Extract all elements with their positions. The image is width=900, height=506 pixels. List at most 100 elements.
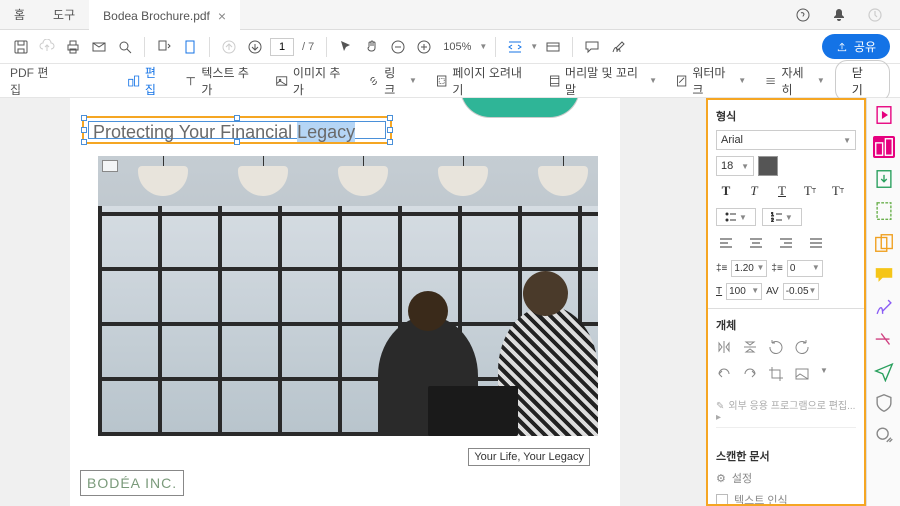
tab-home[interactable]: 홈 bbox=[0, 0, 39, 30]
tab-tools[interactable]: 도구 bbox=[39, 0, 89, 30]
cloud-upload-icon[interactable] bbox=[36, 36, 58, 58]
comment-icon[interactable] bbox=[581, 36, 603, 58]
pointer-icon[interactable] bbox=[335, 36, 357, 58]
bold-button[interactable]: T bbox=[716, 182, 736, 200]
text-selection-box[interactable]: Protecting Your Financial Legacy bbox=[82, 116, 392, 144]
ocr-checkbox[interactable] bbox=[716, 494, 728, 506]
tab-document-label: Bodea Brochure.pdf bbox=[103, 9, 210, 23]
fit-width-icon[interactable] bbox=[504, 36, 526, 58]
para-spacing-icon: ‡≡ bbox=[771, 263, 782, 274]
edit-button[interactable]: 편집 bbox=[119, 61, 174, 101]
close-tab-icon[interactable]: × bbox=[218, 8, 226, 24]
help-icon[interactable] bbox=[792, 4, 814, 26]
char-spacing-input[interactable]: -0.05▼ bbox=[783, 283, 819, 300]
fill-sign-icon[interactable] bbox=[873, 296, 895, 318]
line-height-input[interactable]: 1.20▼ bbox=[731, 260, 767, 277]
comment-rail-icon[interactable] bbox=[873, 264, 895, 286]
prev-page-icon[interactable] bbox=[218, 36, 240, 58]
crop-page-button[interactable]: 페이지 오려내기 bbox=[427, 61, 538, 101]
char-spacing-icon: AV bbox=[766, 286, 779, 297]
edit-pdf-icon[interactable] bbox=[873, 136, 895, 158]
italic-button[interactable]: T bbox=[744, 182, 764, 200]
replace-image-icon[interactable] bbox=[794, 366, 810, 385]
organize-icon[interactable] bbox=[873, 200, 895, 222]
main-area: ▸ Protecting Your Financial Legacy Your … bbox=[0, 98, 900, 506]
align-left-button[interactable] bbox=[716, 234, 736, 252]
align-right-button[interactable] bbox=[776, 234, 796, 252]
titlebar: 홈 도구 Bodea Brochure.pdf × bbox=[0, 0, 900, 30]
decorative-shape bbox=[460, 98, 580, 118]
caption-text[interactable]: Your Life, Your Legacy bbox=[468, 448, 590, 466]
page-number-input[interactable] bbox=[270, 38, 294, 56]
more-button[interactable]: 자세히▼ bbox=[756, 61, 833, 101]
format-title: 형식 bbox=[716, 108, 856, 124]
headline-text[interactable]: Protecting Your Financial Legacy bbox=[89, 122, 359, 142]
rotate-ccw-icon[interactable] bbox=[768, 339, 784, 358]
activity-icon[interactable] bbox=[864, 4, 886, 26]
hero-photo[interactable] bbox=[98, 156, 598, 436]
para-spacing-input[interactable]: 0▼ bbox=[787, 260, 823, 277]
number-list-button[interactable]: 12▼ bbox=[762, 208, 802, 226]
scan-title: 스캔한 문서 bbox=[716, 448, 856, 464]
object-title: 개체 bbox=[716, 317, 856, 333]
more-tools-icon[interactable] bbox=[873, 424, 895, 446]
page-total-label: / 7 bbox=[302, 41, 314, 53]
bell-icon[interactable] bbox=[828, 4, 850, 26]
ocr-checkbox-row[interactable]: 텍스트 인식 bbox=[716, 492, 856, 506]
underline-button[interactable]: T bbox=[772, 182, 792, 200]
font-size-input[interactable]: 18▼ bbox=[716, 156, 754, 176]
text-scale-icon: T bbox=[716, 286, 722, 297]
superscript-button[interactable]: TT bbox=[828, 182, 848, 200]
header-footer-button[interactable]: 머리말 및 꼬리말▼ bbox=[540, 61, 665, 101]
company-logo[interactable]: BODÉA INC. bbox=[80, 470, 184, 496]
share-button[interactable]: 공유 bbox=[822, 34, 890, 59]
document-page: Protecting Your Financial Legacy Your Li… bbox=[70, 98, 620, 506]
close-editbar-button[interactable]: 닫기 bbox=[835, 60, 890, 102]
sign-icon[interactable] bbox=[607, 36, 629, 58]
hand-icon[interactable] bbox=[361, 36, 383, 58]
redact-icon[interactable] bbox=[873, 328, 895, 350]
page-nav-icon[interactable] bbox=[153, 36, 175, 58]
flip-horizontal-icon[interactable] bbox=[742, 339, 758, 358]
image-placeholder-icon bbox=[102, 160, 118, 172]
align-justify-button[interactable] bbox=[806, 234, 826, 252]
watermark-button[interactable]: 워터마크▼ bbox=[667, 61, 754, 101]
format-panel: 형식 Arial▼ 18▼ T T T TT TT ▼ 12▼ ‡≡ 1.20▼… bbox=[706, 98, 866, 506]
redo-icon[interactable] bbox=[742, 366, 758, 385]
add-image-button[interactable]: 이미지 추가 bbox=[267, 61, 357, 101]
create-pdf-icon[interactable] bbox=[873, 104, 895, 126]
zoom-level[interactable]: 105% bbox=[443, 41, 471, 53]
export-pdf-icon[interactable] bbox=[873, 168, 895, 190]
text-scale-input[interactable]: 100▼ bbox=[726, 283, 762, 300]
print-icon[interactable] bbox=[62, 36, 84, 58]
flip-vertical-icon[interactable] bbox=[716, 339, 732, 358]
document-canvas[interactable]: Protecting Your Financial Legacy Your Li… bbox=[0, 98, 706, 506]
add-text-button[interactable]: 텍스트 추가 bbox=[176, 61, 266, 101]
combine-icon[interactable] bbox=[873, 232, 895, 254]
next-page-icon[interactable] bbox=[244, 36, 266, 58]
protect-icon[interactable] bbox=[873, 392, 895, 414]
zoom-in-icon[interactable] bbox=[413, 36, 435, 58]
search-icon[interactable] bbox=[114, 36, 136, 58]
font-select[interactable]: Arial▼ bbox=[716, 130, 856, 150]
right-tool-rail bbox=[866, 98, 900, 506]
save-icon[interactable] bbox=[10, 36, 32, 58]
tab-document[interactable]: Bodea Brochure.pdf × bbox=[89, 0, 240, 30]
rotate-cw-icon[interactable] bbox=[794, 339, 810, 358]
bullet-list-button[interactable]: ▼ bbox=[716, 208, 756, 226]
send-icon[interactable] bbox=[873, 360, 895, 382]
crop-obj-icon[interactable] bbox=[768, 366, 784, 385]
zoom-out-icon[interactable] bbox=[387, 36, 409, 58]
read-mode-icon[interactable] bbox=[542, 36, 564, 58]
page-display-icon[interactable] bbox=[179, 36, 201, 58]
main-toolbar: / 7 105%▼ ▼ 공유 bbox=[0, 30, 900, 64]
link-button[interactable]: 링크▼ bbox=[359, 61, 425, 101]
mode-label: PDF 편집 bbox=[10, 64, 57, 98]
scan-settings-button[interactable]: ⚙설정 bbox=[716, 470, 856, 486]
subscript-button[interactable]: TT bbox=[800, 182, 820, 200]
font-color-swatch[interactable] bbox=[758, 156, 778, 176]
external-edit-link[interactable]: ✎외부 응용 프로그램으로 편집... ▸ bbox=[716, 393, 856, 428]
mail-icon[interactable] bbox=[88, 36, 110, 58]
align-center-button[interactable] bbox=[746, 234, 766, 252]
undo-icon[interactable] bbox=[716, 366, 732, 385]
